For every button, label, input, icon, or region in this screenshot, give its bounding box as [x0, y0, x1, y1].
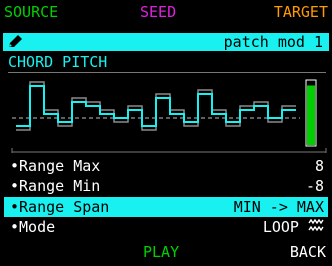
level-meter-fill — [307, 85, 315, 145]
back-button[interactable]: BACK — [290, 242, 326, 262]
pencil-icon — [9, 35, 22, 47]
param-row-range-span[interactable]: •Range Span MIN -> MAX — [4, 197, 328, 217]
step-line — [16, 85, 296, 127]
param-label: •Range Max — [10, 157, 101, 175]
param-value-mode: LOOP — [263, 217, 324, 237]
pitch-step-graph[interactable] — [0, 72, 332, 156]
pitch-steps — [16, 85, 296, 127]
tab-seed[interactable]: SEED — [140, 3, 176, 21]
tab-source[interactable]: SOURCE — [4, 3, 58, 21]
loop-wave-icon — [308, 218, 324, 232]
param-row-mode[interactable]: •Mode LOOP — [4, 217, 328, 237]
param-value: 8 — [314, 157, 324, 175]
tab-target[interactable]: TARGET — [274, 3, 328, 21]
param-value: LOOP — [262, 218, 299, 236]
param-label: •Mode — [10, 218, 56, 236]
patch-header[interactable]: patch mod 1 — [3, 33, 329, 51]
param-label: •Range Min — [10, 177, 101, 195]
param-row-range-min[interactable]: •Range Min -8 — [4, 176, 328, 196]
play-button[interactable]: PLAY — [143, 242, 179, 262]
param-label: •Range Span — [10, 198, 110, 216]
param-value: -8 — [305, 177, 324, 195]
param-row-range-max[interactable]: •Range Max 8 — [4, 156, 328, 176]
section-title: CHORD PITCH — [8, 53, 108, 71]
param-value: MIN -> MAX — [233, 198, 324, 216]
patch-name: patch mod 1 — [223, 33, 323, 51]
